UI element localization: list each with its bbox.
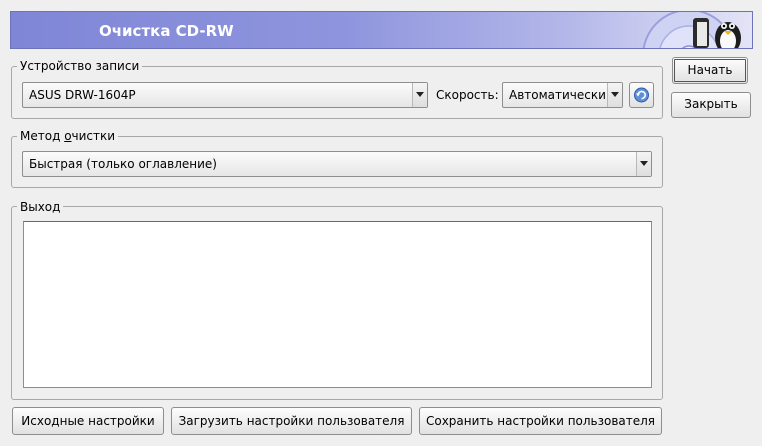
chevron-down-icon (636, 152, 651, 176)
save-user-settings-button[interactable]: Сохранить настройки пользователя (419, 407, 662, 435)
recorder-group-label: Устройство записи (17, 59, 143, 73)
recorder-device-value: ASUS DRW-1604P (29, 88, 136, 102)
method-group-label: Метод очистки (17, 129, 119, 143)
load-user-settings-button[interactable]: Загрузить настройки пользователя (171, 407, 412, 435)
speed-value: Автоматически (509, 88, 606, 102)
refresh-speeds-button[interactable] (629, 82, 654, 108)
method-value: Быстрая (только оглавление) (29, 157, 217, 171)
defaults-button[interactable]: Исходные настройки (12, 407, 164, 435)
recorder-device-select[interactable]: ASUS DRW-1604P (22, 82, 428, 108)
chevron-down-icon (607, 83, 622, 107)
close-button[interactable]: Закрыть (671, 92, 751, 118)
title-banner: Очистка CD-RW (10, 11, 753, 49)
speed-label: Скорость: (436, 88, 499, 102)
cd-tux-logo-icon (642, 12, 741, 48)
chevron-down-icon (412, 83, 427, 107)
output-group-label: Выход (17, 200, 64, 214)
output-log[interactable] (23, 221, 652, 388)
start-button[interactable]: Начать (672, 57, 748, 84)
speed-select[interactable]: Автоматически (502, 82, 623, 108)
method-select[interactable]: Быстрая (только оглавление) (22, 151, 652, 177)
refresh-icon (634, 87, 649, 103)
dialog-title: Очистка CD-RW (99, 22, 234, 40)
